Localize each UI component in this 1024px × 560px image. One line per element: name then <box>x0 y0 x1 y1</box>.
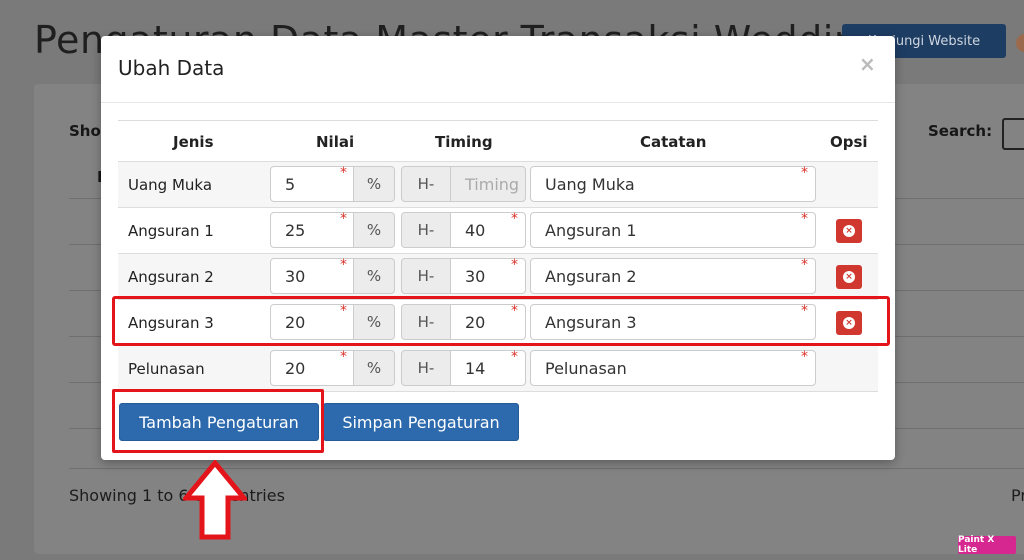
row-jenis: Pelunasan <box>128 360 205 378</box>
delete-row-button[interactable]: × <box>836 219 862 243</box>
required-mark: * <box>801 349 808 365</box>
catatan-input[interactable]: Uang Muka <box>530 166 816 202</box>
table-info: Showing 1 to 6 of 6 entries <box>69 486 285 505</box>
row-jenis: Uang Muka <box>128 176 213 194</box>
highlight-box-button <box>112 389 324 453</box>
table-row: Angsuran 2 30 *% H- 30 * Angsuran 2 * × <box>118 254 878 300</box>
required-mark: * <box>340 211 347 227</box>
table-row: Angsuran 1 25 *% H- 40 * Angsuran 1 * × <box>118 208 878 254</box>
row-jenis: Angsuran 1 <box>128 222 214 240</box>
delete-row-button[interactable]: × <box>836 265 862 289</box>
required-mark: * <box>511 211 518 227</box>
watermark: Paint X Lite <box>958 535 1016 555</box>
required-mark: * <box>340 349 347 365</box>
column-header-nilai: Nilai <box>316 133 355 151</box>
percent-addon: % <box>353 258 395 294</box>
required-mark: * <box>340 165 347 181</box>
modal-title: Ubah Data <box>118 56 225 80</box>
catatan-input[interactable]: Pelunasan <box>530 350 816 386</box>
pagination-prev[interactable]: Pr <box>1011 486 1024 505</box>
timing-prefix-addon: H- <box>401 258 451 294</box>
times-circle-icon: × <box>843 271 855 283</box>
save-setting-button[interactable]: Simpan Pengaturan <box>323 403 519 441</box>
table-row: Uang Muka 5 *% H- Timing Uang Muka * <box>118 162 878 208</box>
search-label: Search: <box>928 122 993 140</box>
highlight-box-row <box>112 296 890 346</box>
row-jenis: Angsuran 2 <box>128 268 214 286</box>
column-header-timing: Timing <box>435 133 493 151</box>
avatar[interactable] <box>1016 34 1024 52</box>
close-icon[interactable]: × <box>859 52 876 76</box>
required-mark: * <box>801 257 808 273</box>
search-input[interactable] <box>1002 118 1024 150</box>
timing-prefix-addon: H- <box>401 350 451 386</box>
required-mark: * <box>511 257 518 273</box>
arrow-up-icon <box>183 460 247 540</box>
timing-prefix-addon: H- <box>401 212 451 248</box>
required-mark: * <box>511 349 518 365</box>
table-row: Pelunasan 20 *% H- 14 * Pelunasan * <box>118 346 878 392</box>
required-mark: * <box>801 165 808 181</box>
timing-input[interactable]: Timing <box>450 166 526 202</box>
column-header-opsi: Opsi <box>830 133 868 151</box>
percent-addon: % <box>353 212 395 248</box>
percent-addon: % <box>353 350 395 386</box>
modal-header: Ubah Data × <box>101 36 895 103</box>
column-header-jenis: Jenis <box>173 133 214 151</box>
timing-prefix-addon: H- <box>401 166 451 202</box>
column-header-catatan: Catatan <box>640 133 707 151</box>
catatan-input[interactable]: Angsuran 1 <box>530 212 816 248</box>
table-header: Jenis Nilai Timing Catatan Opsi <box>118 120 878 163</box>
times-circle-icon: × <box>843 225 855 237</box>
catatan-input[interactable]: Angsuran 2 <box>530 258 816 294</box>
required-mark: * <box>340 257 347 273</box>
percent-addon: % <box>353 166 395 202</box>
required-mark: * <box>801 211 808 227</box>
